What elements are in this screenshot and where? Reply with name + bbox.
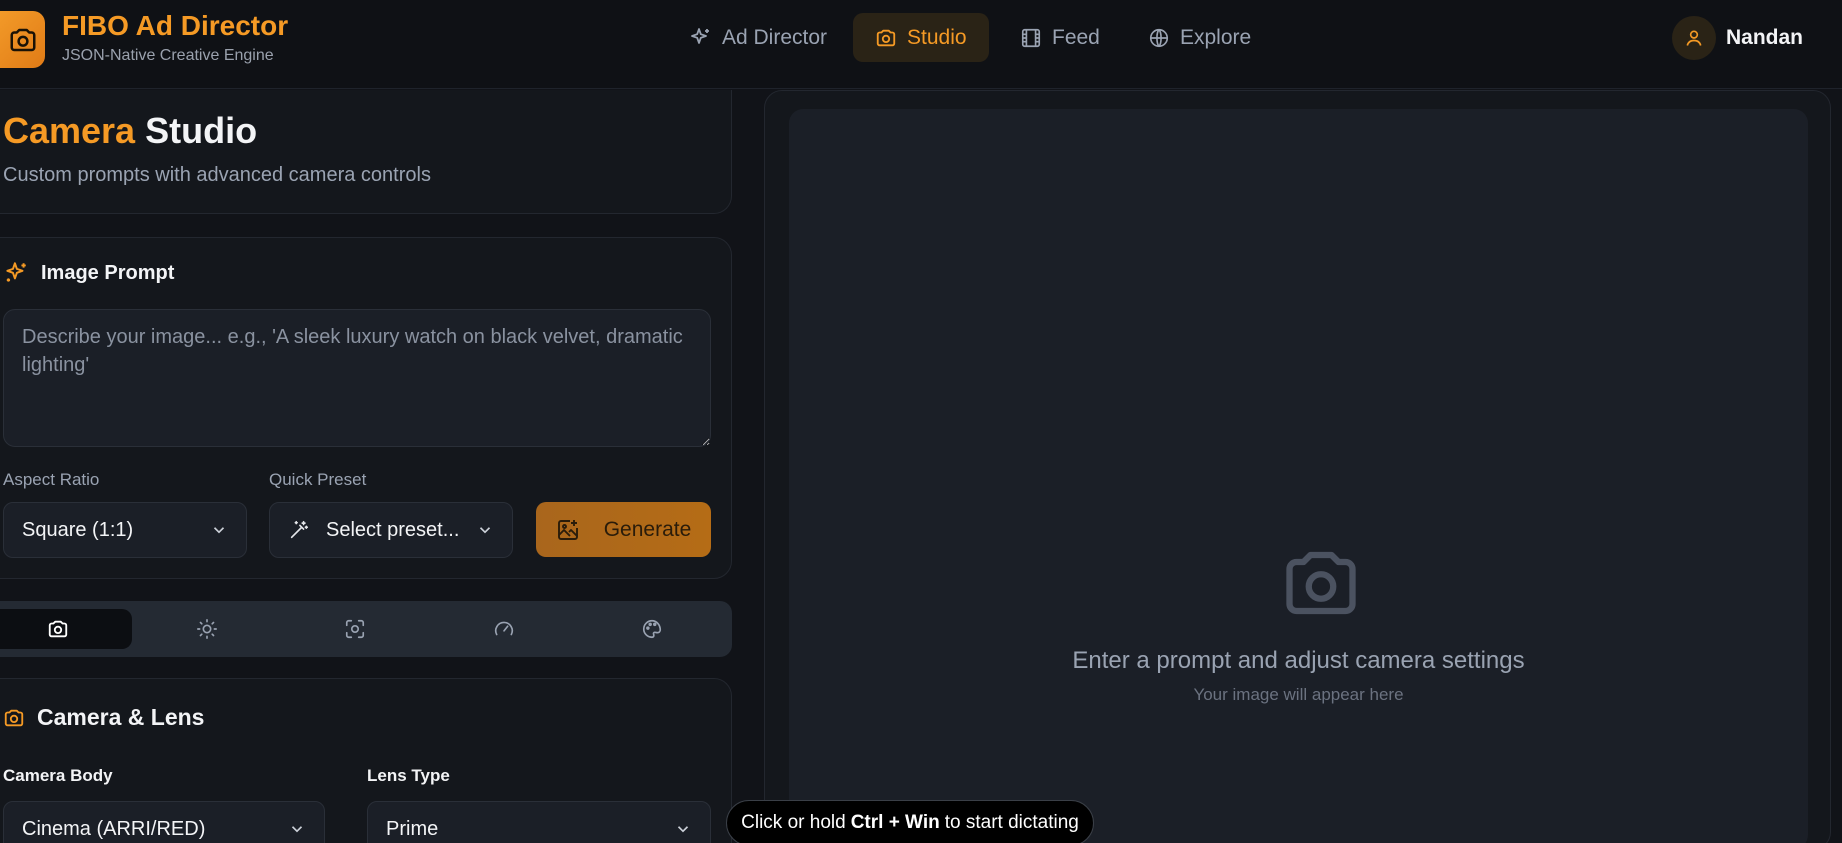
aspect-ratio-select[interactable]: Square (1:1) — [3, 502, 247, 558]
nav-label: Studio — [907, 25, 967, 49]
lens-type-value: Prime — [386, 817, 439, 840]
tab-camera[interactable] — [0, 609, 132, 649]
quick-preset-select[interactable]: Select preset... — [269, 502, 513, 558]
camera-body-select[interactable]: Cinema (ARRI/RED) — [3, 801, 325, 843]
camera-icon — [4, 709, 24, 726]
page-subtitle: Custom prompts with advanced camera cont… — [3, 164, 431, 186]
brand-title: FIBO Ad Director — [62, 10, 289, 41]
nav-studio[interactable]: Studio — [853, 13, 989, 62]
palette-icon — [643, 619, 662, 639]
image-prompt-label: Image Prompt — [41, 261, 175, 284]
tab-exposure[interactable] — [430, 609, 578, 649]
camera-icon — [10, 28, 35, 51]
gauge-icon — [494, 621, 514, 636]
camera-body-label: Camera Body — [3, 766, 113, 785]
nav-ad-director[interactable]: Ad Director — [666, 13, 849, 62]
page-title: Camera Studio — [3, 110, 257, 152]
lens-type-label: Lens Type — [367, 766, 450, 785]
studio-header-card: Camera Studio Custom prompts with advanc… — [0, 90, 732, 214]
quick-preset-value: Select preset... — [326, 518, 460, 541]
quick-preset-label: Quick Preset — [269, 470, 367, 489]
generate-label: Generate — [603, 517, 692, 541]
preview-empty-subtitle: Your image will appear here — [1193, 685, 1404, 704]
user-name: Nandan — [1726, 26, 1804, 49]
prompt-input[interactable] — [3, 309, 711, 447]
tab-color[interactable] — [578, 609, 726, 649]
image-prompt-card: Image Prompt Aspect Ratio Square (1:1) Q… — [0, 237, 732, 579]
nav-label: Feed — [1052, 25, 1100, 49]
tab-lighting[interactable] — [133, 609, 281, 649]
app-logo[interactable] — [0, 11, 45, 68]
focus-icon — [345, 619, 365, 639]
dictation-toast[interactable]: Click or hold Ctrl + Win to start dictat… — [726, 800, 1094, 843]
chevron-down-icon — [677, 826, 689, 833]
camera-body-value: Cinema (ARRI/RED) — [22, 817, 206, 840]
film-icon — [1021, 28, 1041, 47]
camera-settings-tabs — [0, 601, 732, 657]
toast-prefix: Click or hold — [741, 812, 846, 833]
image-plus-icon — [557, 519, 578, 540]
camera-icon — [48, 620, 68, 638]
sun-icon — [197, 619, 217, 639]
chevron-down-icon — [291, 826, 303, 833]
nav-explore[interactable]: Explore — [1126, 13, 1273, 62]
nav-feed[interactable]: Feed — [998, 13, 1122, 62]
aspect-ratio-label: Aspect Ratio — [3, 470, 100, 489]
camera-lens-label: Camera & Lens — [37, 704, 205, 730]
page-title-rest: Studio — [145, 110, 258, 151]
sparkles-icon — [6, 262, 26, 282]
nav-label: Ad Director — [722, 25, 828, 49]
brand-subtitle: JSON-Native Creative Engine — [62, 47, 274, 64]
image-prompt-heading: Image Prompt — [3, 260, 174, 286]
user-menu[interactable]: Nandan — [1672, 16, 1803, 60]
aspect-ratio-value: Square (1:1) — [22, 518, 134, 541]
chevron-down-icon — [213, 527, 225, 534]
camera-icon — [1286, 551, 1356, 615]
nav-label: Explore — [1180, 25, 1252, 49]
camera-lens-card: Camera & Lens Camera Body Cinema (ARRI/R… — [0, 678, 732, 843]
camera-lens-heading: Camera & Lens — [3, 704, 204, 731]
tab-focus[interactable] — [281, 609, 429, 649]
sparkles-icon — [691, 27, 709, 44]
lens-type-select[interactable]: Prime — [367, 801, 711, 843]
preview-empty-title: Enter a prompt and adjust camera setting… — [1072, 647, 1525, 674]
camera-icon — [876, 29, 896, 46]
toast-suffix: to start dictating — [944, 812, 1079, 833]
chevron-down-icon — [479, 527, 491, 534]
magic-wand-icon — [290, 520, 309, 539]
toast-shortcut: Ctrl + Win — [850, 812, 940, 833]
user-icon — [1686, 30, 1702, 46]
image-preview-area: Enter a prompt and adjust camera setting… — [789, 109, 1808, 843]
preview-panel: Enter a prompt and adjust camera setting… — [764, 90, 1831, 843]
generate-button[interactable]: Generate — [536, 502, 711, 557]
page-title-accent: Camera — [3, 110, 136, 151]
globe-icon — [1149, 28, 1169, 47]
top-header: FIBO Ad Director JSON-Native Creative En… — [0, 0, 1842, 89]
avatar — [1672, 16, 1716, 60]
